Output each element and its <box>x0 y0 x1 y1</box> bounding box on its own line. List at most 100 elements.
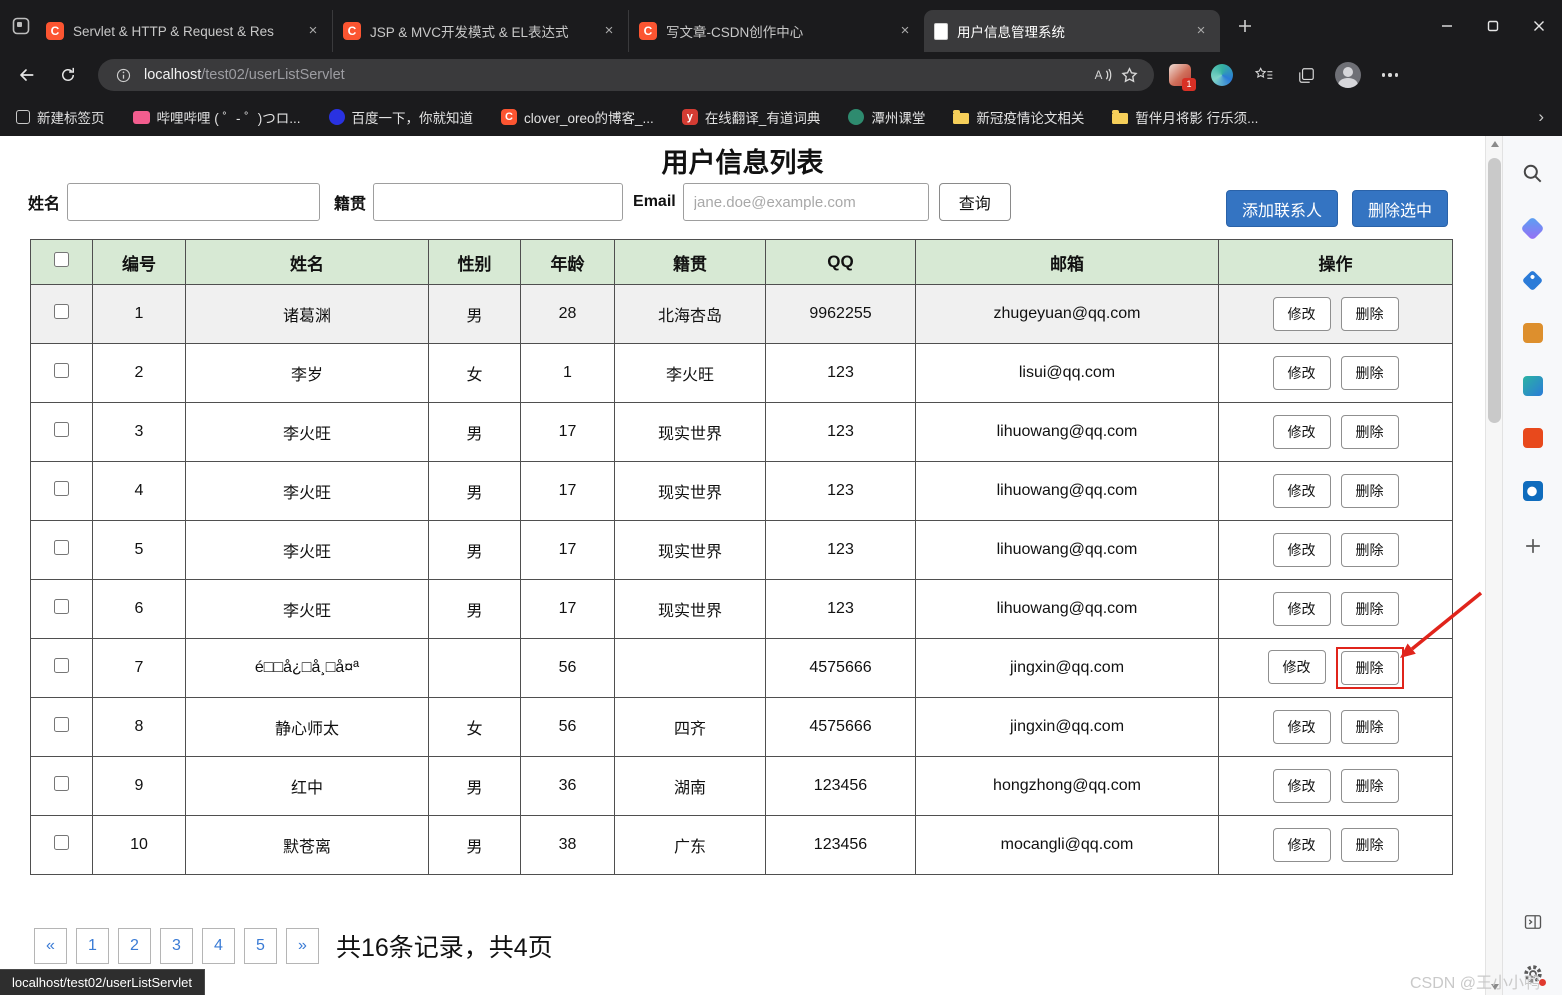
browser-tab[interactable]: C写文章-CSDN创作中心× <box>628 10 924 52</box>
cell-gender: 男 <box>429 580 521 639</box>
checkbox-cell <box>31 344 93 403</box>
bookmark-item[interactable]: y在线翻译_有道词典 <box>682 107 821 127</box>
bookmark-item[interactable]: 潭州课堂 <box>848 107 925 127</box>
email-input[interactable] <box>683 183 929 221</box>
row-checkbox[interactable] <box>54 363 69 378</box>
read-aloud-icon[interactable]: A <box>1090 62 1116 88</box>
back-icon[interactable] <box>10 59 42 91</box>
modify-button[interactable]: 修改 <box>1273 828 1331 862</box>
browser-tab[interactable]: CJSP & MVC开发模式 & EL表达式× <box>332 10 628 52</box>
bookmark-item[interactable]: 百度一下，你就知道 <box>329 107 474 127</box>
shopping-icon[interactable] <box>1519 266 1547 294</box>
page-number[interactable]: 3 <box>160 928 193 964</box>
modify-button[interactable]: 修改 <box>1273 474 1331 508</box>
extension-icon[interactable]: 1 <box>1164 59 1196 91</box>
modify-button[interactable]: 修改 <box>1273 415 1331 449</box>
m365-icon[interactable] <box>1519 424 1547 452</box>
cell-name: é□□å¿□å¸□å¤ª <box>186 639 429 698</box>
delete-button[interactable]: 删除 <box>1341 533 1399 567</box>
delete-button[interactable]: 删除 <box>1341 592 1399 626</box>
modify-button[interactable]: 修改 <box>1273 356 1331 390</box>
browser-tab[interactable]: 用户信息管理系统× <box>924 10 1220 52</box>
page-number[interactable]: 2 <box>118 928 151 964</box>
bookmark-item[interactable]: 哔哩哔哩 ( ゜- ゜)つロ... <box>133 107 301 127</box>
tab-close-icon[interactable]: × <box>304 22 322 40</box>
bookmark-item[interactable]: 新建标签页 <box>16 107 105 127</box>
column-header: 年龄 <box>521 240 615 285</box>
cell-email: lihuowang@qq.com <box>916 580 1219 639</box>
search-icon[interactable] <box>1519 160 1547 188</box>
modify-button[interactable]: 修改 <box>1273 769 1331 803</box>
row-checkbox[interactable] <box>54 304 69 319</box>
baidu-icon <box>329 109 345 125</box>
maximize-button[interactable] <box>1470 0 1516 52</box>
tab-close-icon[interactable]: × <box>600 22 618 40</box>
favorite-star-icon[interactable] <box>1116 62 1142 88</box>
row-checkbox[interactable] <box>54 422 69 437</box>
bookmarks-overflow-icon[interactable]: › <box>1538 107 1544 127</box>
page-prev[interactable]: « <box>34 928 67 964</box>
add-contact-button[interactable]: 添加联系人 <box>1226 190 1338 227</box>
modify-button[interactable]: 修改 <box>1268 650 1326 684</box>
scrollbar-thumb[interactable] <box>1488 158 1501 423</box>
page-next[interactable]: » <box>286 928 319 964</box>
bookmark-item[interactable]: 新冠疫情论文相关 <box>953 107 1084 127</box>
delete-button[interactable]: 删除 <box>1341 710 1399 744</box>
workspaces-icon[interactable] <box>6 0 36 52</box>
extension-icon-2[interactable] <box>1206 59 1238 91</box>
close-button[interactable] <box>1516 0 1562 52</box>
cell-gender: 男 <box>429 462 521 521</box>
cell-id: 5 <box>93 521 186 580</box>
row-checkbox[interactable] <box>54 776 69 791</box>
browser-tab[interactable]: CServlet & HTTP & Request & Res× <box>36 10 332 52</box>
delete-button[interactable]: 删除 <box>1341 474 1399 508</box>
row-checkbox[interactable] <box>54 835 69 850</box>
copilot-icon[interactable] <box>1519 214 1547 242</box>
bookmark-item[interactable]: 暂伴月将影 行乐须... <box>1112 107 1258 127</box>
delete-selected-button[interactable]: 删除选中 <box>1352 190 1448 227</box>
new-tab-button[interactable] <box>1228 9 1262 43</box>
row-checkbox[interactable] <box>54 658 69 673</box>
profile-avatar[interactable] <box>1332 59 1364 91</box>
origin-input[interactable] <box>373 183 623 221</box>
delete-button[interactable]: 删除 <box>1341 297 1399 331</box>
designer-icon[interactable] <box>1519 372 1547 400</box>
address-bar[interactable]: localhost/test02/userListServlet A <box>98 59 1154 91</box>
modify-button[interactable]: 修改 <box>1273 592 1331 626</box>
row-checkbox[interactable] <box>54 540 69 555</box>
outlook-icon[interactable] <box>1519 477 1547 505</box>
settings-more-icon[interactable] <box>1374 59 1406 91</box>
open-sidebar-icon[interactable] <box>1519 908 1547 936</box>
favorites-hub-icon[interactable] <box>1248 59 1280 91</box>
scroll-up-icon[interactable] <box>1486 136 1503 152</box>
toolbox-icon[interactable] <box>1519 319 1547 347</box>
search-button[interactable]: 查询 <box>939 183 1011 221</box>
name-input[interactable] <box>67 183 320 221</box>
bookmark-item[interactable]: Cclover_oreo的博客_... <box>501 107 654 127</box>
page-number[interactable]: 1 <box>76 928 109 964</box>
tab-close-icon[interactable]: × <box>896 22 914 40</box>
add-icon[interactable] <box>1519 532 1547 560</box>
page-number[interactable]: 5 <box>244 928 277 964</box>
modify-button[interactable]: 修改 <box>1273 710 1331 744</box>
refresh-icon[interactable] <box>52 59 84 91</box>
modify-button[interactable]: 修改 <box>1273 297 1331 331</box>
minimize-button[interactable] <box>1424 0 1470 52</box>
collections-icon[interactable] <box>1290 59 1322 91</box>
row-checkbox[interactable] <box>54 717 69 732</box>
row-checkbox[interactable] <box>54 599 69 614</box>
modify-button[interactable]: 修改 <box>1273 533 1331 567</box>
site-info-icon[interactable] <box>110 62 136 88</box>
select-all-checkbox[interactable] <box>54 252 69 267</box>
cell-gender: 女 <box>429 344 521 403</box>
page-number[interactable]: 4 <box>202 928 235 964</box>
cell-id: 9 <box>93 757 186 816</box>
delete-button[interactable]: 删除 <box>1341 356 1399 390</box>
tab-close-icon[interactable]: × <box>1192 22 1210 40</box>
column-header: QQ <box>766 240 916 285</box>
delete-button[interactable]: 删除 <box>1341 651 1399 685</box>
delete-button[interactable]: 删除 <box>1341 769 1399 803</box>
delete-button[interactable]: 删除 <box>1341 415 1399 449</box>
row-checkbox[interactable] <box>54 481 69 496</box>
delete-button[interactable]: 删除 <box>1341 828 1399 862</box>
